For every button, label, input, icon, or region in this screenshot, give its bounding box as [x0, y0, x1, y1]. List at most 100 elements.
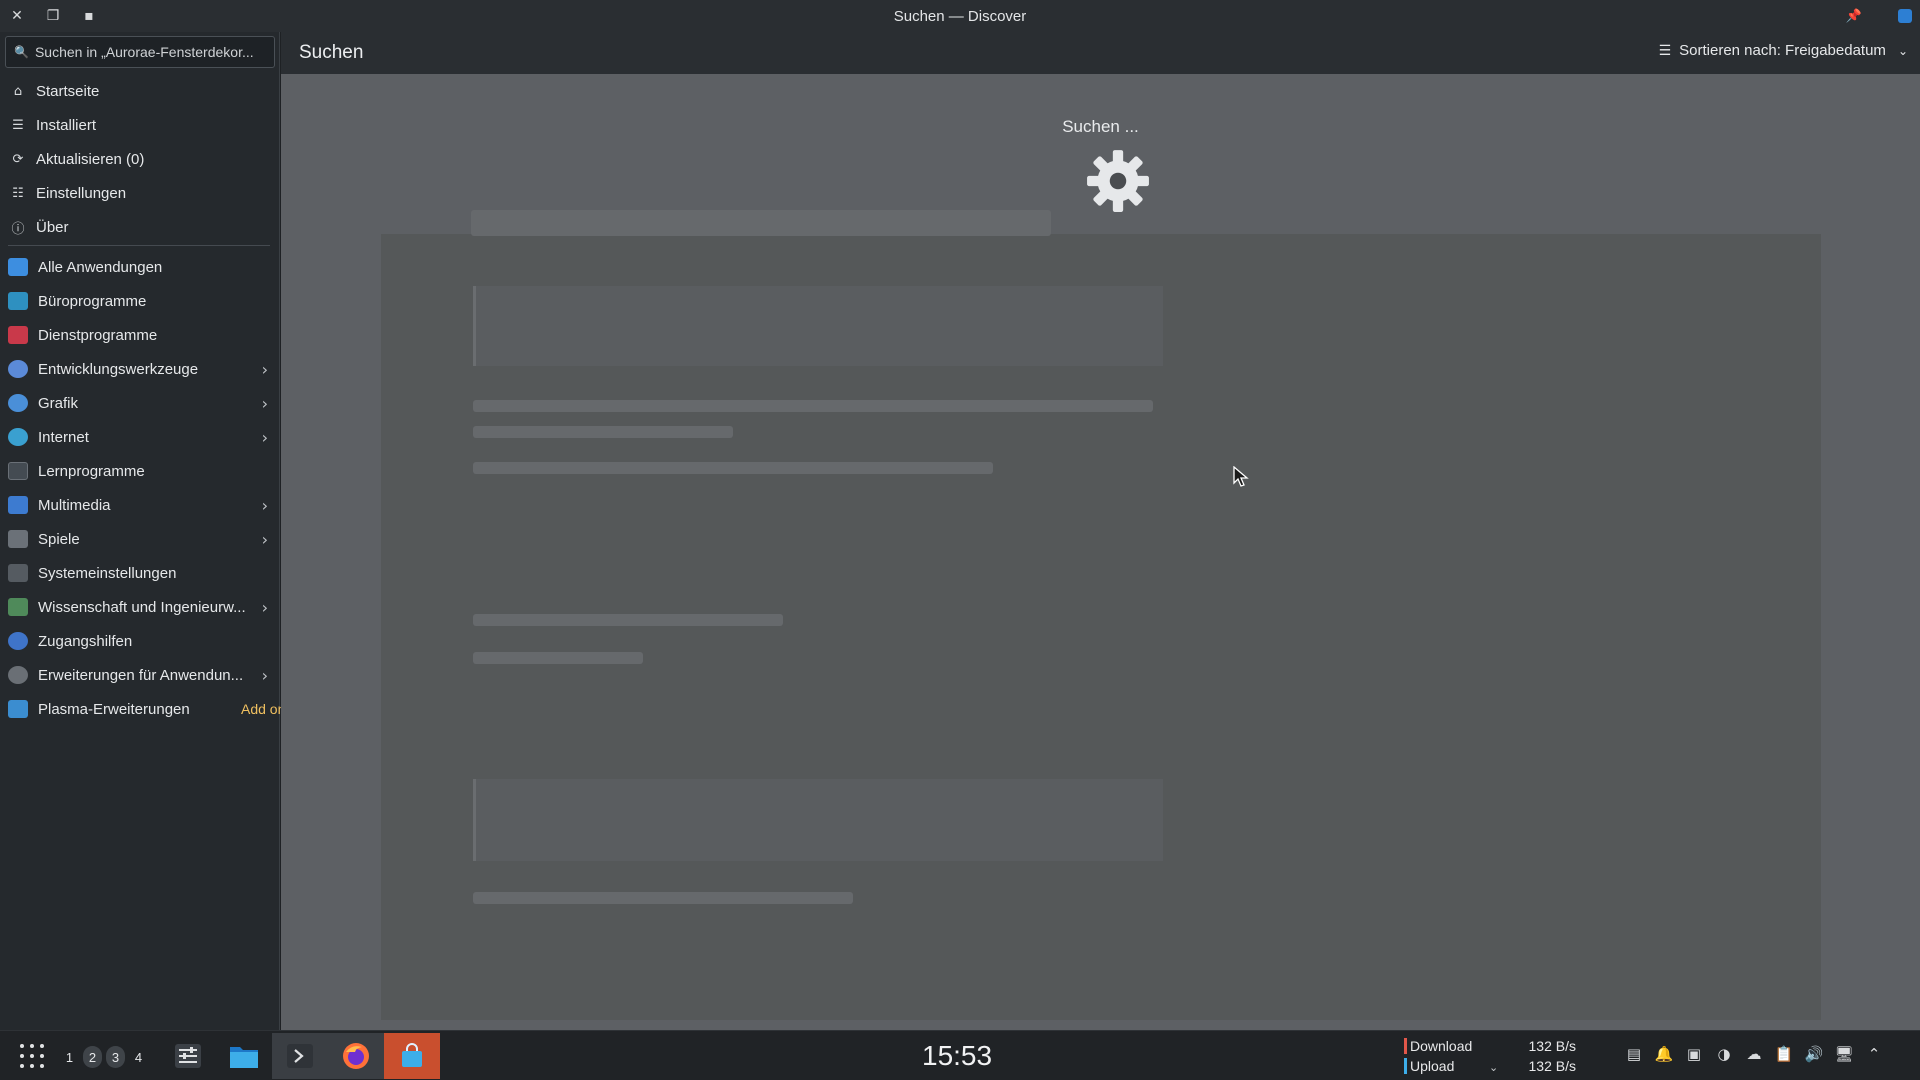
- volume-icon[interactable]: 🔊: [1804, 1043, 1824, 1065]
- updates-icon[interactable]: ◑: [1714, 1043, 1734, 1065]
- desktop-2[interactable]: 2: [83, 1046, 102, 1068]
- category-dienstprogramme[interactable]: Dienstprogramme: [0, 318, 280, 352]
- desktop-4[interactable]: 4: [129, 1046, 148, 1068]
- accessibility-icon: [8, 632, 28, 650]
- category-bueroprogramme[interactable]: Büroprogramme: [0, 284, 280, 318]
- download-value: 132 B/s: [1528, 1038, 1576, 1054]
- chevron-right-icon: ›: [261, 598, 268, 617]
- app-launcher-icon[interactable]: [20, 1044, 46, 1070]
- background-page-dimmed: [281, 74, 1920, 1030]
- plasma-addons-icon: [8, 700, 28, 718]
- chevron-right-icon: ›: [261, 530, 268, 549]
- update-icon: ⟳: [12, 151, 24, 167]
- search-field[interactable]: 🔍: [5, 36, 275, 68]
- category-label: Entwicklungswerkzeuge: [38, 360, 199, 378]
- category-wissenschaft[interactable]: Wissenschaft und Ingenieurw... ›: [0, 590, 280, 624]
- task-firefox[interactable]: [328, 1033, 384, 1079]
- chevron-right-icon: ›: [261, 428, 268, 447]
- notifications-icon[interactable]: 🔔: [1654, 1043, 1674, 1065]
- category-lernprogramme[interactable]: Lernprogramme: [0, 454, 280, 488]
- graphics-icon: [8, 394, 28, 412]
- installed-list-icon: ☰: [12, 117, 24, 133]
- main-content: Suchen ☰ Sortieren nach: Freigabedatum ⌄…: [281, 32, 1920, 1030]
- window-menu-icon[interactable]: ▪: [80, 7, 98, 25]
- task-file-manager[interactable]: [216, 1033, 272, 1079]
- background-quote-block: [473, 286, 1163, 366]
- background-text-line: [473, 614, 783, 626]
- search-icon: 🔍: [14, 45, 29, 59]
- science-flask-icon: [8, 598, 28, 616]
- category-internet[interactable]: Internet ›: [0, 420, 280, 454]
- pin-icon[interactable]: 📌: [1846, 9, 1862, 24]
- background-heading-placeholder: [471, 210, 1051, 236]
- category-list: Alle Anwendungen Büroprogramme Dienstpro…: [0, 250, 292, 726]
- category-label: Büroprogramme: [38, 292, 147, 310]
- discover-bag-icon: [402, 1043, 422, 1067]
- busy-gear-icon: [1087, 150, 1149, 212]
- background-text-line: [473, 426, 733, 438]
- category-label: Grafik: [38, 394, 79, 412]
- task-manager: [160, 1033, 440, 1079]
- screenshot-icon[interactable]: ▣: [1684, 1043, 1704, 1065]
- internet-globe-icon: [8, 428, 28, 446]
- desktop-3[interactable]: 3: [106, 1046, 125, 1068]
- upload-label: Upload: [1404, 1056, 1500, 1076]
- clipboard-monitor-icon[interactable]: ▤: [1624, 1043, 1644, 1065]
- category-label: Erweiterungen für Anwendun...: [38, 666, 244, 684]
- games-controller-icon: [8, 530, 28, 548]
- category-label: Multimedia: [38, 496, 111, 514]
- sidebar-item-label: Installiert: [36, 116, 97, 134]
- sidebar-item-ueber[interactable]: ⓘ Über: [0, 210, 280, 244]
- search-input[interactable]: [34, 44, 274, 60]
- sidebar-item-label: Aktualisieren (0): [36, 150, 145, 168]
- task-terminal[interactable]: [272, 1033, 328, 1079]
- multimedia-icon: [8, 496, 28, 514]
- sort-label: Sortieren nach: Freigabedatum: [1679, 42, 1886, 59]
- category-multimedia[interactable]: Multimedia ›: [0, 488, 280, 522]
- cloud-sync-icon[interactable]: ☁: [1744, 1043, 1764, 1065]
- network-monitor[interactable]: Download 132 B/s Upload 132 B/s ⌄: [1404, 1036, 1576, 1076]
- clipboard-icon[interactable]: 📋: [1774, 1043, 1794, 1065]
- chevron-down-icon: ⌄: [1897, 43, 1908, 58]
- category-label: Plasma-Erweiterungen: [38, 700, 190, 718]
- task-discover[interactable]: [384, 1033, 440, 1079]
- category-systemeinstellungen[interactable]: Systemeinstellungen: [0, 556, 280, 590]
- sidebar-item-startseite[interactable]: ⌂ Startseite: [0, 74, 280, 108]
- category-erweiterungen-anwendungen[interactable]: Erweiterungen für Anwendun... ›: [0, 658, 280, 692]
- category-label: Lernprogramme: [38, 462, 145, 480]
- sidebar-nav: ⌂ Startseite ☰ Installiert ⟳ Aktualisier…: [0, 74, 280, 244]
- category-plasma-erweiterungen[interactable]: Plasma-Erweiterungen Add ons: [0, 692, 292, 726]
- system-tray: ▤ 🔔 ▣ ◑ ☁ 📋 🔊 🖥 ⌃: [1624, 1043, 1884, 1065]
- system-settings-icon: [8, 564, 28, 582]
- clock[interactable]: 15:53: [922, 1040, 992, 1072]
- category-label: Spiele: [38, 530, 80, 548]
- category-entwicklungswerkzeuge[interactable]: Entwicklungswerkzeuge ›: [0, 352, 280, 386]
- desktop-1[interactable]: 1: [60, 1046, 79, 1068]
- terminal-icon: [287, 1044, 313, 1068]
- download-label: Download: [1404, 1036, 1500, 1056]
- window-controls-left: ✕ ❐ ▪: [8, 0, 98, 32]
- category-alle-anwendungen[interactable]: Alle Anwendungen: [0, 250, 280, 284]
- restore-window-icon[interactable]: ❐: [44, 7, 62, 25]
- category-label: Internet: [38, 428, 89, 446]
- page-title: Suchen: [299, 42, 364, 63]
- folder-icon: [230, 1047, 258, 1068]
- close-icon[interactable]: ✕: [8, 7, 26, 25]
- background-text-line: [473, 892, 853, 904]
- network-icon[interactable]: 🖥: [1834, 1043, 1854, 1065]
- sidebar-item-installiert[interactable]: ☰ Installiert: [0, 108, 280, 142]
- category-label: Alle Anwendungen: [38, 258, 163, 276]
- category-zugangshilfen[interactable]: Zugangshilfen: [0, 624, 280, 658]
- taskbar: 1 2 3 4 15:53 Download 132 B/s Upload 13…: [0, 1030, 1920, 1080]
- chevron-down-icon[interactable]: ⌄: [1489, 1058, 1498, 1078]
- chevron-right-icon: ›: [261, 666, 268, 685]
- category-label: Dienstprogramme: [38, 326, 158, 344]
- sort-button[interactable]: ☰ Sortieren nach: Freigabedatum ⌄: [1659, 42, 1908, 59]
- category-spiele[interactable]: Spiele ›: [0, 522, 280, 556]
- task-system-settings[interactable]: [160, 1033, 216, 1079]
- chevron-up-icon[interactable]: ⌃: [1864, 1043, 1884, 1065]
- sidebar-item-label: Startseite: [36, 82, 100, 100]
- sidebar-item-aktualisieren[interactable]: ⟳ Aktualisieren (0): [0, 142, 280, 176]
- category-grafik[interactable]: Grafik ›: [0, 386, 280, 420]
- sidebar-item-einstellungen[interactable]: ☷ Einstellungen: [0, 176, 280, 210]
